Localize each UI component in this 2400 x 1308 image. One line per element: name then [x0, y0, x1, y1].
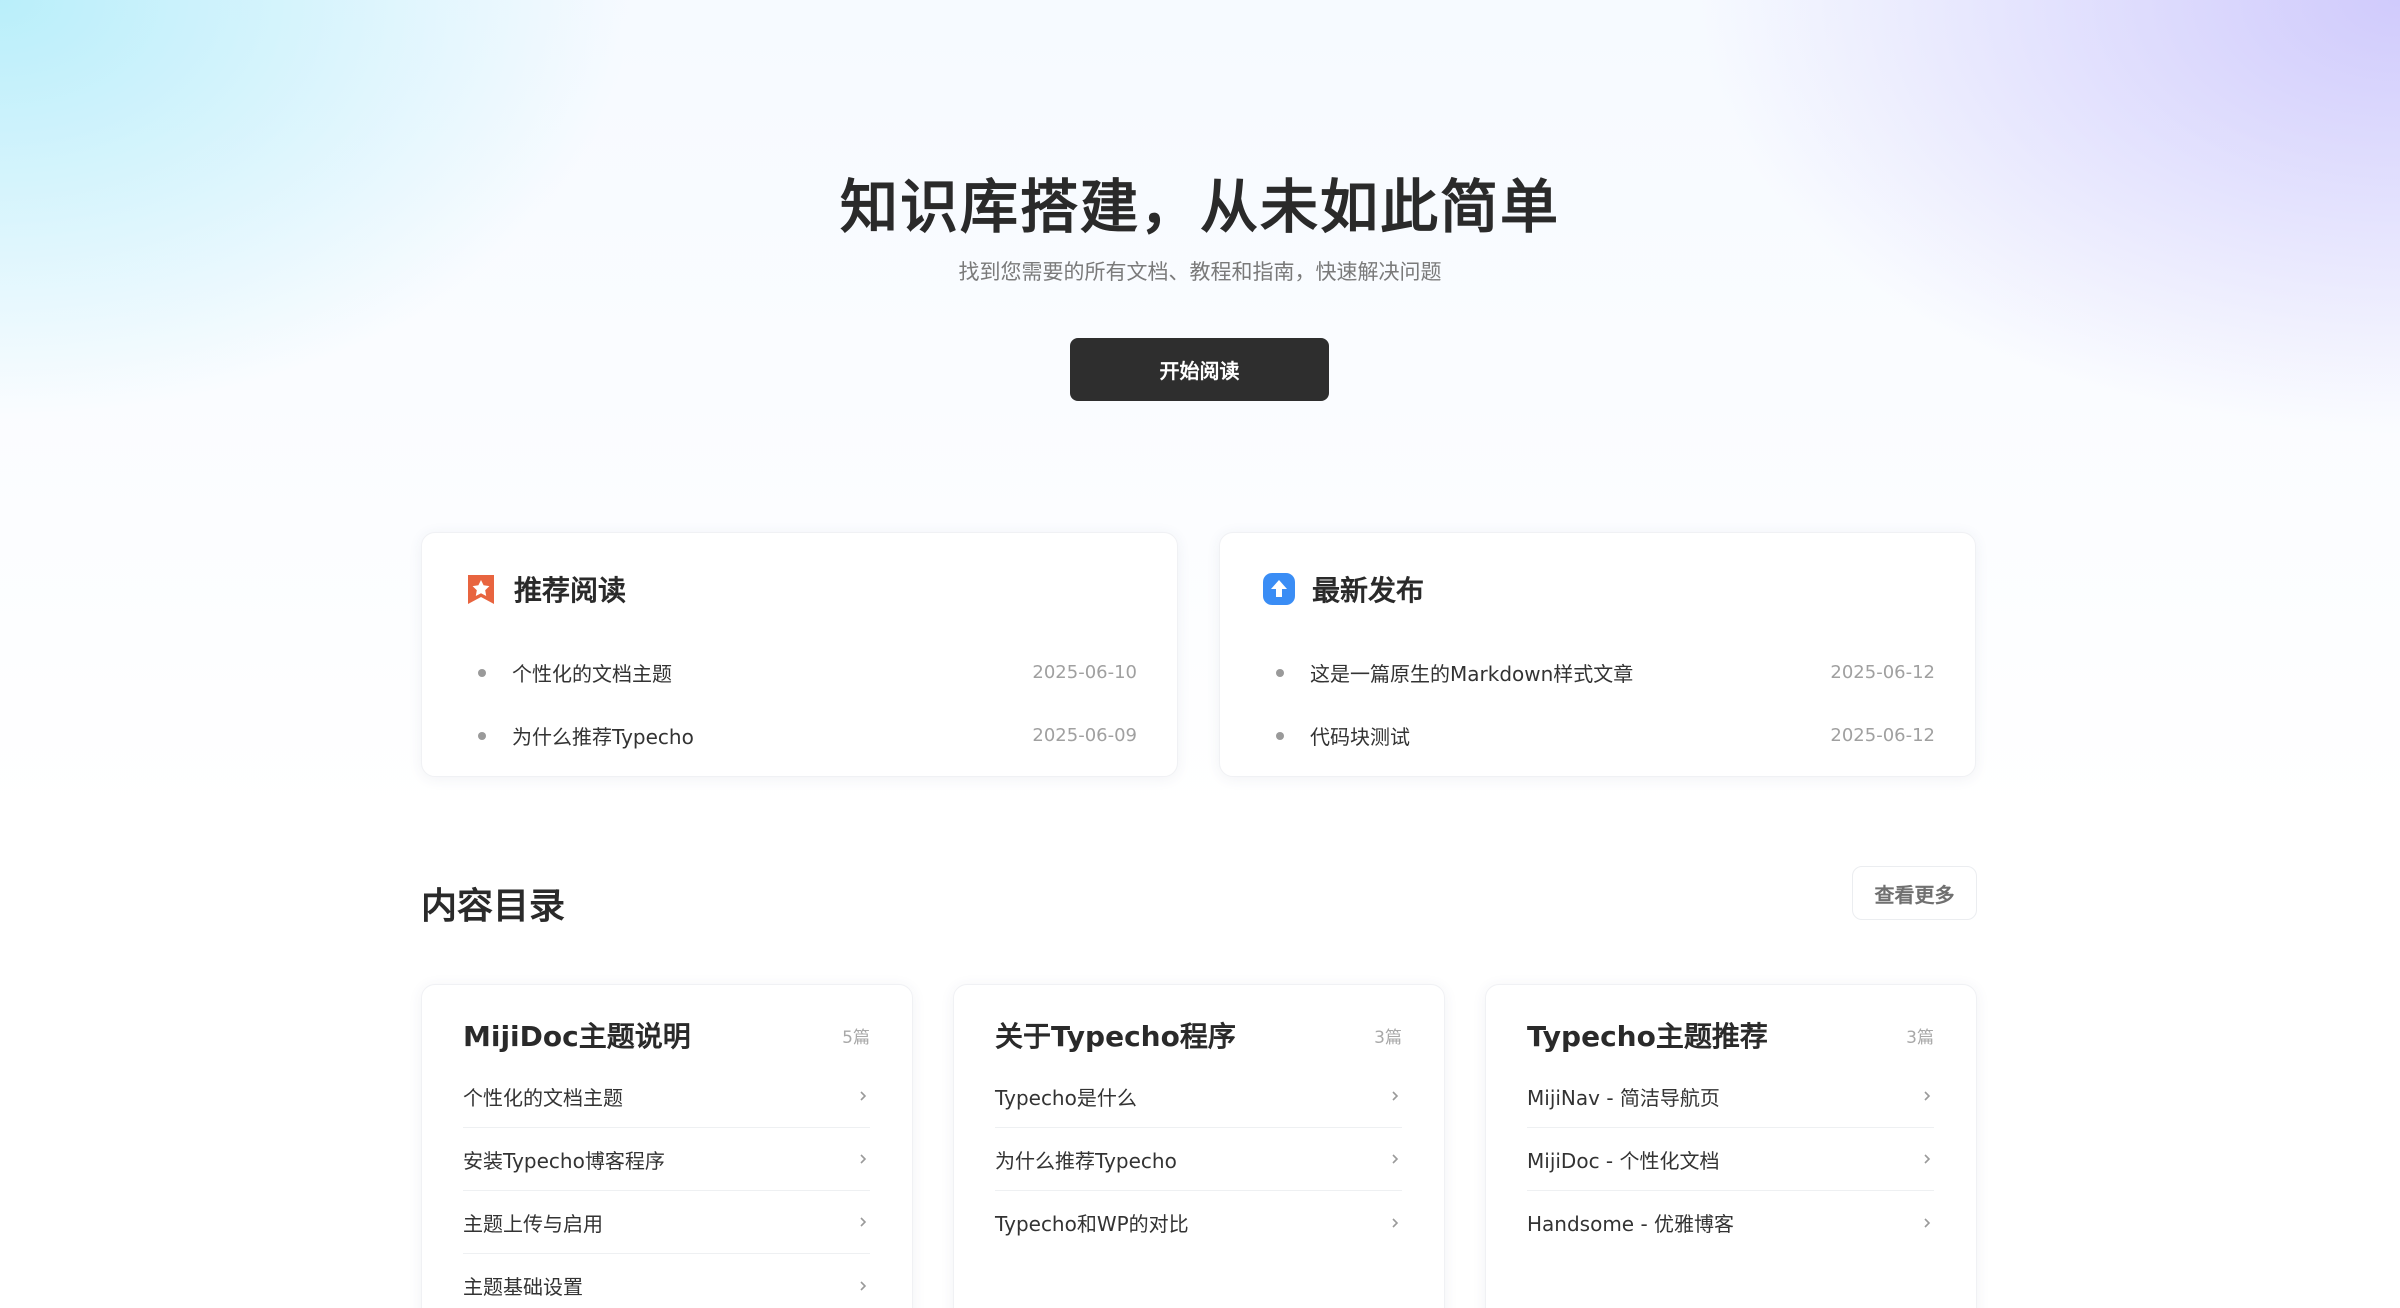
page: 知识库搭建，从未如此简单 找到您需要的所有文档、教程和指南，快速解决问题 开始阅…: [0, 0, 2400, 1308]
list-item-date: 2025-06-10: [1032, 662, 1137, 683]
recommended-title: 推荐阅读: [514, 574, 627, 607]
recommended-card: 推荐阅读 个性化的文档主题 2025-06-10 为什么推荐Typecho 20…: [421, 532, 1178, 777]
list-item-title[interactable]: Typecho和WP的对比: [995, 1208, 1189, 1237]
category-count: 5篇: [842, 1027, 870, 1048]
list-item[interactable]: MijiDoc - 个性化文档: [1527, 1128, 1934, 1191]
list-item-main: 代码块测试: [1262, 721, 1410, 750]
list-item-title[interactable]: 主题上传与启用: [463, 1208, 603, 1237]
list-item-title[interactable]: 这是一篇原生的Markdown样式文章: [1310, 658, 1633, 687]
list-item-title[interactable]: MijiDoc - 个性化文档: [1527, 1145, 1720, 1174]
list-item[interactable]: 为什么推荐Typecho: [995, 1128, 1402, 1191]
bullet-dot: [478, 668, 486, 677]
list-item-main: 个性化的文档主题: [464, 658, 672, 687]
chevron-right-icon: [1392, 1091, 1399, 1101]
list-item-date: 2025-06-12: [1830, 662, 1935, 683]
list-item-title[interactable]: 为什么推荐Typecho: [512, 721, 694, 750]
list-item-title[interactable]: 为什么推荐Typecho: [995, 1145, 1177, 1174]
category-title[interactable]: 关于Typecho程序: [995, 1015, 1236, 1055]
list-item[interactable]: 主题上传与启用: [463, 1191, 870, 1254]
upload-arrow-icon: [1263, 573, 1295, 605]
category-header: 关于Typecho程序 3篇: [995, 1015, 1402, 1055]
list-item[interactable]: 个性化的文档主题: [463, 1065, 870, 1128]
chevron-right-icon: [1392, 1154, 1399, 1164]
list-item[interactable]: Typecho和WP的对比: [995, 1191, 1402, 1254]
category-header: Typecho主题推荐 3篇: [1527, 1015, 1934, 1055]
list-item-title[interactable]: 个性化的文档主题: [463, 1082, 623, 1111]
hero-title: 知识库搭建，从未如此简单: [839, 173, 1560, 241]
chevron-right-icon: [1924, 1091, 1931, 1101]
chevron-right-icon: [860, 1217, 867, 1227]
latest-title: 最新发布: [1312, 574, 1425, 607]
list-item-date: 2025-06-09: [1032, 725, 1137, 746]
bullet-dot: [478, 731, 486, 740]
category-list: MijiNav - 简洁导航页 MijiDoc - 个性化文档 Handsome…: [1527, 1065, 1934, 1254]
category-count: 3篇: [1906, 1027, 1934, 1048]
list-item[interactable]: MijiNav - 简洁导航页: [1527, 1065, 1934, 1128]
star-ribbon-icon: [468, 575, 494, 604]
list-item-title[interactable]: 主题基础设置: [463, 1271, 583, 1300]
category-list: Typecho是什么 为什么推荐Typecho Typecho和WP的对比: [995, 1065, 1402, 1254]
latest-header: 最新发布: [1262, 569, 1424, 609]
bullet-dot: [1276, 731, 1284, 740]
category-list: 个性化的文档主题 安装Typecho博客程序 主题上传与启用 主题基础设置: [463, 1065, 870, 1308]
category-title[interactable]: MijiDoc主题说明: [463, 1015, 691, 1055]
category-card-typecho: 关于Typecho程序 3篇 Typecho是什么 为什么推荐Typecho T…: [953, 984, 1445, 1308]
list-item-date: 2025-06-12: [1830, 725, 1935, 746]
chevron-right-icon: [1924, 1154, 1931, 1164]
list-item-title[interactable]: Typecho是什么: [995, 1082, 1137, 1111]
list-item[interactable]: 为什么推荐Typecho 2025-06-09: [464, 704, 1137, 767]
list-item[interactable]: Typecho是什么: [995, 1065, 1402, 1128]
category-header: MijiDoc主题说明 5篇: [463, 1015, 870, 1055]
start-reading-button[interactable]: 开始阅读: [1070, 338, 1329, 401]
chevron-right-icon: [860, 1280, 867, 1291]
list-item-title[interactable]: 安装Typecho博客程序: [463, 1145, 665, 1174]
list-item-main: 这是一篇原生的Markdown样式文章: [1262, 658, 1633, 687]
list-item-title[interactable]: Handsome - 优雅博客: [1527, 1208, 1734, 1237]
list-item[interactable]: 主题基础设置: [463, 1254, 870, 1308]
list-item[interactable]: 这是一篇原生的Markdown样式文章 2025-06-12: [1262, 641, 1935, 704]
recommended-list: 个性化的文档主题 2025-06-10 为什么推荐Typecho 2025-06…: [464, 641, 1137, 767]
list-item[interactable]: Handsome - 优雅博客: [1527, 1191, 1934, 1254]
latest-list: 这是一篇原生的Markdown样式文章 2025-06-12 代码块测试 202…: [1262, 641, 1935, 767]
list-item[interactable]: 安装Typecho博客程序: [463, 1128, 870, 1191]
list-item[interactable]: 个性化的文档主题 2025-06-10: [464, 641, 1137, 704]
chevron-right-icon: [1924, 1217, 1931, 1228]
view-more-button[interactable]: 查看更多: [1852, 866, 1977, 920]
latest-card: 最新发布 这是一篇原生的Markdown样式文章 2025-06-12 代码块测…: [1219, 532, 1976, 777]
category-count: 3篇: [1374, 1027, 1402, 1048]
category-card-themes: Typecho主题推荐 3篇 MijiNav - 简洁导航页 MijiDoc -…: [1485, 984, 1977, 1308]
list-item-main: 为什么推荐Typecho: [464, 721, 694, 750]
category-card-mijidoc: MijiDoc主题说明 5篇 个性化的文档主题 安装Typecho博客程序 主题…: [421, 984, 913, 1308]
category-title[interactable]: Typecho主题推荐: [1527, 1015, 1768, 1055]
list-item-title[interactable]: 个性化的文档主题: [512, 658, 672, 687]
toc-title: 内容目录: [421, 886, 566, 927]
list-item-title[interactable]: 代码块测试: [1310, 721, 1410, 750]
list-item-title[interactable]: MijiNav - 简洁导航页: [1527, 1082, 1720, 1111]
bullet-dot: [1276, 668, 1284, 677]
recommended-header: 推荐阅读: [464, 569, 626, 609]
hero-subtitle: 找到您需要的所有文档、教程和指南，快速解决问题: [958, 260, 1442, 284]
chevron-right-icon: [860, 1154, 867, 1164]
list-item[interactable]: 代码块测试 2025-06-12: [1262, 704, 1935, 767]
chevron-right-icon: [1392, 1217, 1399, 1228]
chevron-right-icon: [860, 1091, 867, 1101]
